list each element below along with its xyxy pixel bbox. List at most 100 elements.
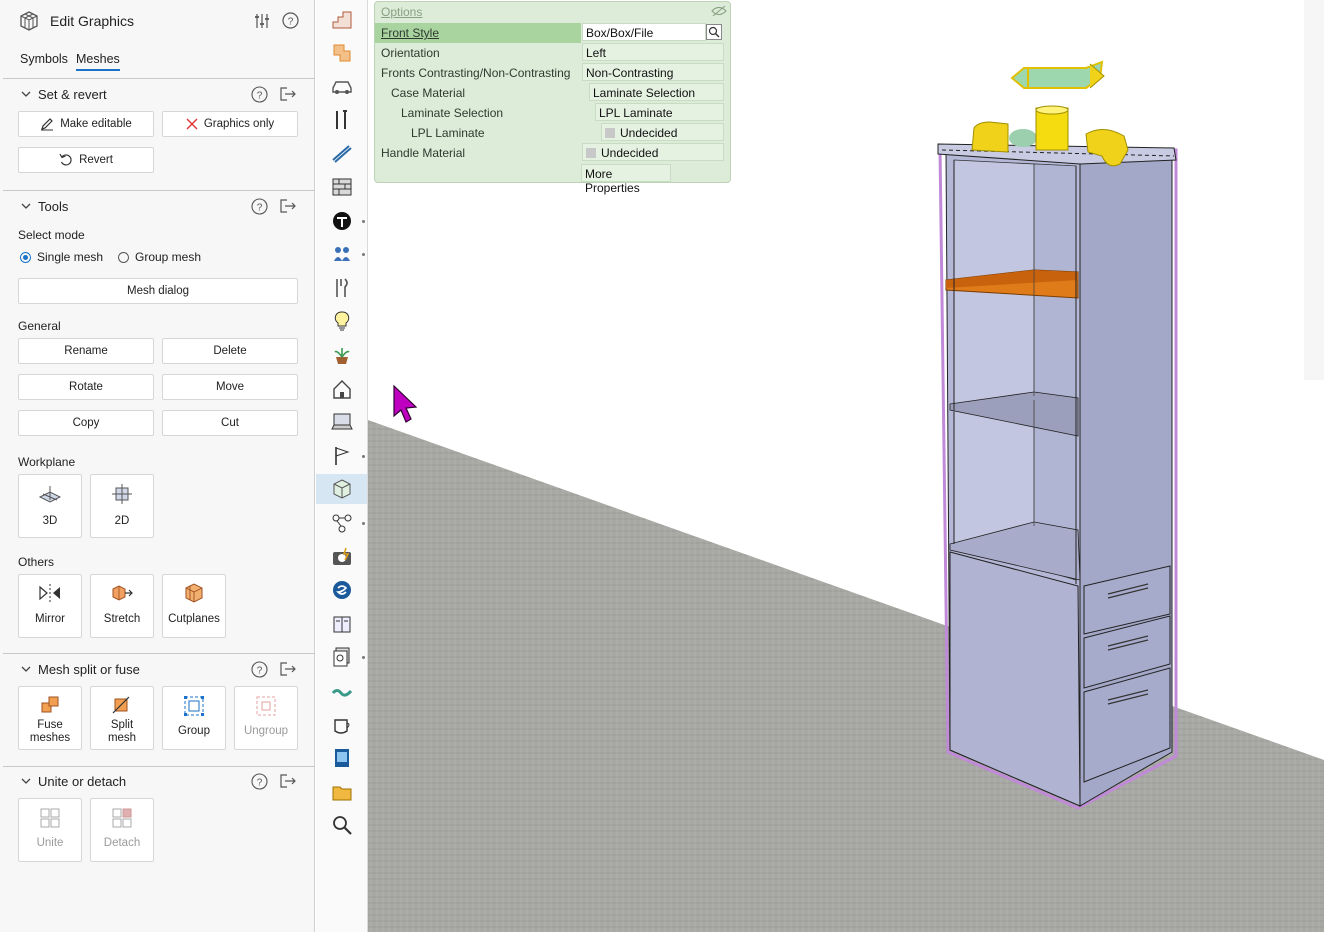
section-unite-detach[interactable]: Unite or detach ? bbox=[0, 772, 315, 792]
rename-button[interactable]: Rename bbox=[18, 338, 154, 364]
make-editable-button[interactable]: Make editable bbox=[18, 111, 154, 137]
general-label: General bbox=[18, 319, 61, 333]
pen-nib-tool-button[interactable] bbox=[325, 206, 365, 236]
stack-tool-button[interactable] bbox=[325, 642, 365, 672]
home-tool-button[interactable] bbox=[325, 374, 359, 404]
workflow-tool-button[interactable] bbox=[325, 508, 365, 538]
more-properties-button[interactable]: More Properties bbox=[581, 164, 671, 195]
book-tool-button[interactable] bbox=[325, 609, 359, 639]
dimension-tool-button[interactable] bbox=[325, 676, 359, 706]
options-title[interactable]: Options bbox=[381, 5, 422, 19]
popout-icon[interactable] bbox=[279, 87, 297, 101]
computer-icon bbox=[331, 413, 353, 430]
workplane-3d-button[interactable]: 3D bbox=[18, 474, 82, 538]
cut-button[interactable]: Cut bbox=[162, 410, 298, 436]
workflow-icon bbox=[332, 514, 352, 533]
coffee-tool-button[interactable] bbox=[325, 710, 359, 740]
popout-icon[interactable] bbox=[279, 774, 297, 788]
option-row[interactable]: Case Material Laminate Selection bbox=[375, 83, 730, 103]
option-row[interactable]: Fronts Contrasting/Non-Contrasting Non-Co… bbox=[375, 63, 730, 83]
single-mesh-radio[interactable]: Single mesh bbox=[20, 250, 103, 264]
section-split-fuse[interactable]: Mesh split or fuse ? bbox=[0, 660, 315, 680]
stack-icon bbox=[333, 647, 350, 667]
move-button[interactable]: Move bbox=[162, 374, 298, 400]
svg-text:?: ? bbox=[257, 203, 263, 214]
mouse-cursor-icon bbox=[393, 384, 418, 423]
chevron-down-icon[interactable] bbox=[20, 200, 32, 212]
workplane-2d-button[interactable]: 2D bbox=[90, 474, 154, 538]
people-tool-button[interactable] bbox=[325, 239, 365, 269]
flag-tool-button[interactable] bbox=[325, 441, 365, 471]
search-icon[interactable] bbox=[706, 24, 722, 40]
option-row[interactable]: Handle Material Undecided bbox=[375, 143, 730, 163]
tab-symbols[interactable]: Symbols bbox=[20, 52, 68, 69]
tablet-tool-button[interactable] bbox=[325, 743, 359, 773]
option-row[interactable]: Front Style Box/Box/File bbox=[375, 23, 722, 43]
option-value[interactable]: LPL Laminate bbox=[595, 103, 724, 121]
option-value[interactable]: Non-Contrasting bbox=[582, 63, 724, 81]
wall-tool-button[interactable] bbox=[325, 38, 359, 68]
rotate-button[interactable]: Rotate bbox=[18, 374, 154, 400]
option-row[interactable]: LPL Laminate Undecided bbox=[375, 123, 730, 143]
floor-plane[interactable] bbox=[368, 420, 1324, 932]
car-tool-button[interactable] bbox=[325, 71, 359, 101]
detach-button[interactable]: Detach bbox=[90, 798, 154, 862]
cutplanes-button[interactable]: Cutplanes bbox=[162, 574, 226, 638]
folder-tool-button[interactable] bbox=[325, 777, 359, 807]
option-value[interactable]: Laminate Selection bbox=[589, 83, 724, 101]
group-button[interactable]: Group bbox=[162, 686, 226, 750]
section-tools[interactable]: Tools ? bbox=[0, 197, 315, 217]
option-value[interactable]: Undecided bbox=[582, 143, 724, 161]
stretch-button[interactable]: Stretch bbox=[90, 574, 154, 638]
workplane-3d-icon bbox=[38, 486, 62, 503]
help-icon[interactable]: ? bbox=[251, 661, 268, 678]
graphics-only-button[interactable]: Graphics only bbox=[162, 111, 298, 137]
sliders-icon[interactable] bbox=[254, 12, 270, 30]
popout-icon[interactable] bbox=[279, 199, 297, 213]
help-icon[interactable]: ? bbox=[251, 198, 268, 215]
brick-tool-button[interactable] bbox=[325, 172, 359, 202]
group-mesh-radio[interactable]: Group mesh bbox=[118, 250, 201, 264]
ungroup-button[interactable]: Ungroup bbox=[234, 686, 298, 750]
kitchen-tools-tool-button[interactable] bbox=[325, 273, 359, 303]
lightbulb-tool-button[interactable] bbox=[325, 306, 359, 336]
chevron-down-icon[interactable] bbox=[20, 663, 32, 675]
help-icon[interactable]: ? bbox=[251, 86, 268, 103]
cabinet-mesh[interactable] bbox=[937, 143, 1178, 810]
split-mesh-button[interactable]: Split mesh bbox=[90, 686, 154, 750]
option-value[interactable]: Box/Box/File bbox=[582, 23, 706, 41]
option-row[interactable]: Orientation Left bbox=[375, 43, 730, 63]
delete-button[interactable]: Delete bbox=[162, 338, 298, 364]
camera-tool-button[interactable] bbox=[325, 542, 359, 572]
option-value[interactable]: Undecided bbox=[601, 123, 724, 141]
fuse-meshes-button[interactable]: Fuse meshes bbox=[18, 686, 82, 750]
pencil-icon bbox=[41, 118, 54, 131]
plant-tool-button[interactable] bbox=[325, 340, 359, 370]
eye-hidden-icon[interactable] bbox=[711, 5, 727, 17]
zoom-tool-button[interactable] bbox=[325, 810, 359, 840]
chevron-down-icon[interactable] bbox=[20, 775, 32, 787]
popout-icon[interactable] bbox=[279, 662, 297, 676]
mirror-button[interactable]: Mirror bbox=[18, 574, 82, 638]
chevron-down-icon[interactable] bbox=[20, 88, 32, 100]
zoom-icon bbox=[333, 816, 352, 836]
flag-icon bbox=[335, 446, 350, 465]
mesh-dialog-button[interactable]: Mesh dialog bbox=[18, 278, 298, 304]
tab-meshes[interactable]: Meshes bbox=[76, 52, 120, 71]
stairs-tool-button[interactable] bbox=[325, 4, 359, 34]
ramp-tool-button[interactable] bbox=[325, 138, 359, 168]
tools-tool-button[interactable] bbox=[325, 105, 359, 135]
computer-tool-button[interactable] bbox=[325, 407, 359, 437]
manipulator-gizmo[interactable] bbox=[971, 60, 1129, 167]
copy-button[interactable]: Copy bbox=[18, 410, 154, 436]
help-icon[interactable]: ? bbox=[251, 773, 268, 790]
unite-button[interactable]: Unite bbox=[18, 798, 82, 862]
sketchup-tool-button[interactable] bbox=[325, 575, 359, 605]
option-value[interactable]: Left bbox=[582, 43, 724, 61]
mesh-cube-tool-button[interactable] bbox=[316, 474, 367, 505]
help-icon[interactable]: ? bbox=[282, 12, 299, 29]
option-row[interactable]: Laminate Selection LPL Laminate bbox=[375, 103, 730, 123]
section-set-revert[interactable]: Set & revert ? bbox=[0, 85, 315, 105]
revert-button[interactable]: Revert bbox=[18, 147, 154, 173]
svg-text:?: ? bbox=[257, 778, 263, 789]
